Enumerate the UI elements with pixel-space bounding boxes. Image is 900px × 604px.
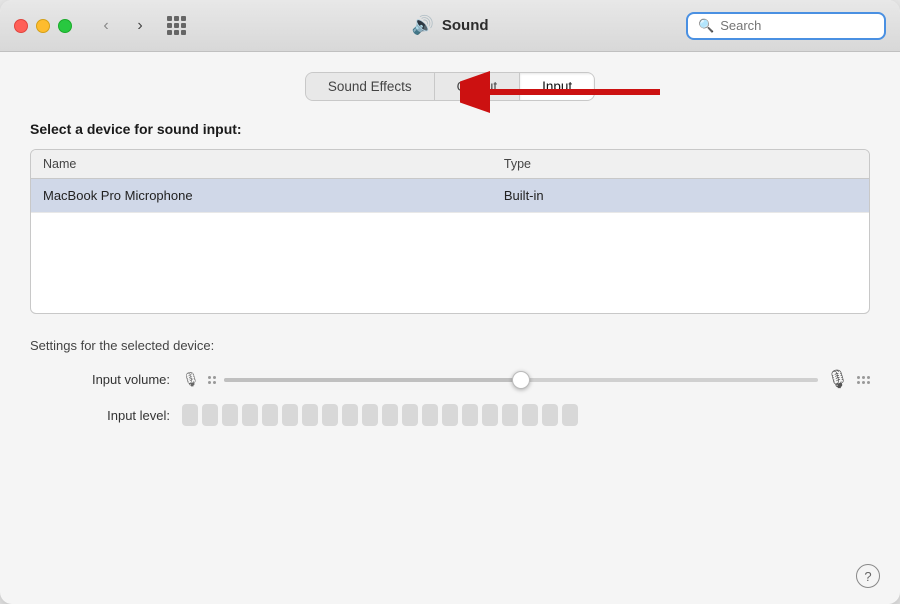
column-header-name: Name — [31, 150, 492, 178]
titlebar: ‹ › 🔊 Sound 🔍 — [0, 0, 900, 52]
table-empty-area — [31, 213, 869, 313]
mic-icon-small-left: 🎙 — [182, 371, 200, 388]
device-table: Name Type MacBook Pro Microphone Built-i… — [30, 149, 870, 314]
settings-section: Settings for the selected device: Input … — [30, 338, 870, 440]
maximize-button[interactable] — [58, 19, 72, 33]
sound-preferences-window: ‹ › 🔊 Sound 🔍 — [0, 0, 900, 604]
level-bar-20 — [562, 404, 578, 426]
mic-dots-right — [857, 376, 870, 384]
table-row[interactable]: MacBook Pro Microphone Built-in — [31, 179, 869, 213]
forward-button[interactable]: › — [126, 12, 154, 40]
level-bar-14 — [442, 404, 458, 426]
speaker-icon: 🔊 — [411, 15, 433, 36]
input-level-label: Input level: — [30, 408, 170, 423]
content-area: Sound Effects Output Input Select a devi… — [0, 52, 900, 556]
mic-icon-large-right: 🎙 — [826, 369, 849, 390]
level-bar-2 — [202, 404, 218, 426]
search-input[interactable] — [720, 18, 874, 33]
input-level-row: Input level: — [30, 404, 870, 426]
table-header: Name Type — [31, 150, 869, 179]
input-volume-fill — [224, 378, 521, 382]
level-bar-9 — [342, 404, 358, 426]
minimize-button[interactable] — [36, 19, 50, 33]
level-bar-6 — [282, 404, 298, 426]
level-bar-19 — [542, 404, 558, 426]
close-button[interactable] — [14, 19, 28, 33]
level-bar-10 — [362, 404, 378, 426]
window-title: Sound — [442, 17, 489, 34]
device-type-cell: Built-in — [492, 179, 869, 212]
level-bar-5 — [262, 404, 278, 426]
level-bar-12 — [402, 404, 418, 426]
tabs-container: Sound Effects Output Input — [30, 72, 870, 101]
input-volume-slider-container: 🎙 🎙 — [182, 369, 870, 390]
help-button[interactable]: ? — [856, 564, 880, 588]
level-bar-17 — [502, 404, 518, 426]
tab-sound-effects[interactable]: Sound Effects — [306, 73, 435, 100]
settings-title: Settings for the selected device: — [30, 338, 870, 353]
level-bar-4 — [242, 404, 258, 426]
traffic-lights — [14, 19, 72, 33]
search-box[interactable]: 🔍 — [686, 12, 886, 40]
input-volume-row: Input volume: 🎙 🎙 — [30, 369, 870, 390]
level-bar-18 — [522, 404, 538, 426]
grid-icon — [167, 16, 186, 35]
column-header-type: Type — [492, 150, 869, 178]
bottom-bar: ? — [0, 556, 900, 604]
level-bar-13 — [422, 404, 438, 426]
tabs: Sound Effects Output Input — [305, 72, 595, 101]
input-volume-label: Input volume: — [30, 372, 170, 387]
grid-view-button[interactable] — [162, 12, 190, 40]
level-bar-3 — [222, 404, 238, 426]
tab-input[interactable]: Input — [520, 73, 594, 100]
input-volume-track — [224, 378, 818, 382]
level-bar-15 — [462, 404, 478, 426]
input-level-meter — [182, 404, 578, 426]
input-volume-thumb[interactable] — [512, 371, 530, 389]
window-title-area: 🔊 Sound — [411, 15, 488, 36]
level-bar-1 — [182, 404, 198, 426]
back-button[interactable]: ‹ — [92, 12, 120, 40]
tab-output[interactable]: Output — [435, 73, 521, 100]
level-bar-11 — [382, 404, 398, 426]
device-name-cell: MacBook Pro Microphone — [31, 179, 492, 212]
search-icon: 🔍 — [698, 18, 714, 34]
level-bar-8 — [322, 404, 338, 426]
nav-buttons: ‹ › — [92, 12, 154, 40]
level-bar-7 — [302, 404, 318, 426]
mic-dots-left — [208, 376, 216, 384]
level-bar-16 — [482, 404, 498, 426]
section-title: Select a device for sound input: — [30, 121, 870, 137]
